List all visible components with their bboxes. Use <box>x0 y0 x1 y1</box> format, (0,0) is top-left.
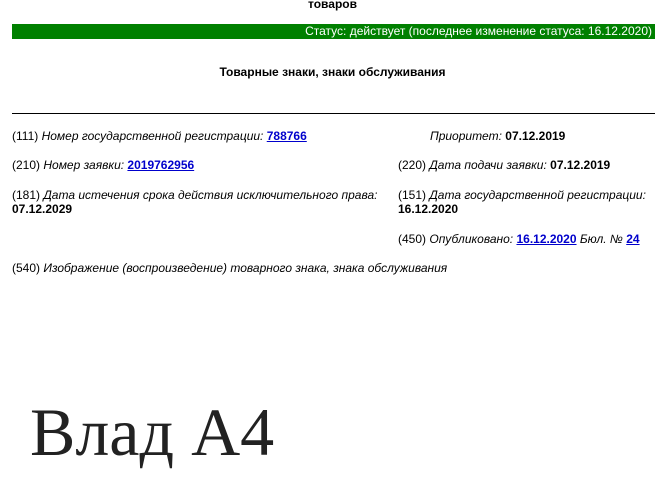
registration-date-value: 16.12.2020 <box>398 202 459 216</box>
expiry-date-label: Дата истечения срока действия исключител… <box>43 188 378 202</box>
priority-label: Приоритет: <box>430 129 502 143</box>
filing-date-row: (220) Дата подачи заявки: 07.12.2019 <box>398 158 610 172</box>
application-number-row: (210) Номер заявки: 2019762956 <box>12 158 194 172</box>
registration-date-code: (151) <box>398 188 427 202</box>
status-bar: Статус: действует (последнее изменение с… <box>12 24 655 39</box>
published-row: (450) Опубликовано: 16.12.2020 Бюл. № 24 <box>398 232 640 246</box>
expiry-date-code: (181) <box>12 188 41 202</box>
application-number-code: (210) <box>12 158 41 172</box>
expiry-date-value: 07.12.2029 <box>12 202 73 216</box>
published-code: (450) <box>398 232 427 246</box>
registration-date-label: Дата государственной регистрации: <box>429 188 646 202</box>
bulletin-number-link[interactable]: 24 <box>626 232 639 246</box>
filing-date-value: 07.12.2019 <box>550 158 611 172</box>
reg-number-row: (111) Номер государственной регистрации:… <box>12 129 307 143</box>
trademark-image: Влад А4 <box>30 394 275 470</box>
status-text: Статус: действует (последнее изменение с… <box>305 24 652 38</box>
expiry-date-row: (181) Дата истечения срока действия искл… <box>12 188 377 216</box>
divider <box>12 113 655 114</box>
filing-date-code: (220) <box>398 158 427 172</box>
registration-date-row: (151) Дата государственной регистрации: … <box>398 188 646 216</box>
application-number-link[interactable]: 2019762956 <box>127 158 194 172</box>
document-type-title: Товарные знаки, знаки обслуживания <box>219 65 446 79</box>
reg-number-code: (111) <box>12 129 39 143</box>
published-date-link[interactable]: 16.12.2020 <box>516 232 576 246</box>
published-label: Опубликовано: <box>429 232 514 246</box>
filing-date-label: Дата подачи заявки: <box>429 158 547 172</box>
image-row: (540) Изображение (воспроизведение) това… <box>12 261 447 275</box>
reg-number-label: Номер государственной регистрации: <box>41 129 264 143</box>
image-code: (540) <box>12 261 41 275</box>
image-label: Изображение (воспроизведение) товарного … <box>43 261 448 275</box>
bulletin-label: Бюл. № <box>579 232 623 246</box>
priority-row: Приоритет: 07.12.2019 <box>430 129 565 143</box>
application-number-label: Номер заявки: <box>43 158 125 172</box>
priority-value: 07.12.2019 <box>505 129 566 143</box>
header-text: товаров <box>308 0 357 11</box>
reg-number-link[interactable]: 788766 <box>267 129 307 143</box>
